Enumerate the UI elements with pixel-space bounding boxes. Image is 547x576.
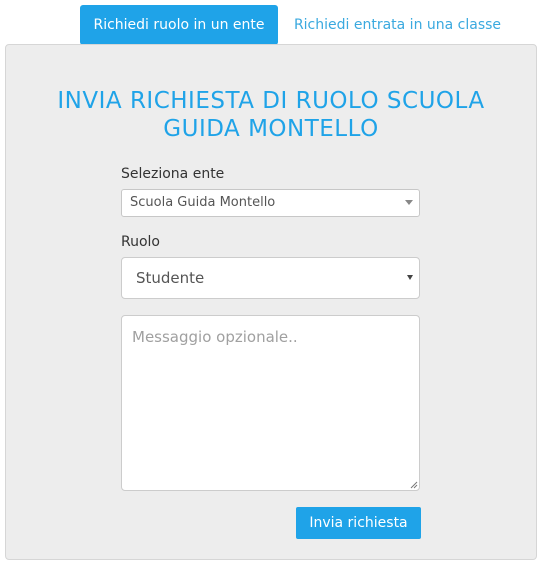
submit-request-button[interactable]: Invia richiesta bbox=[296, 507, 421, 539]
resize-grip-icon[interactable] bbox=[410, 481, 418, 489]
ente-label: Seleziona ente bbox=[121, 166, 225, 182]
ruolo-select[interactable]: Studente bbox=[121, 257, 420, 299]
message-textarea[interactable]: Messaggio opzionale.. bbox=[121, 315, 420, 491]
tab-request-class[interactable]: Richiedi entrata in una classe bbox=[285, 5, 510, 45]
title-line-1: INVIA RICHIESTA DI RUOLO SCUOLA bbox=[57, 88, 485, 114]
title-line-2: GUIDA MONTELLO bbox=[163, 116, 379, 142]
ente-selected-value: Scuola Guida Montello bbox=[130, 195, 276, 210]
caret-down-icon bbox=[407, 275, 413, 280]
ruolo-label: Ruolo bbox=[121, 234, 160, 250]
request-tabs: Richiedi ruolo in un ente Richiedi entra… bbox=[0, 0, 547, 45]
tab-request-role[interactable]: Richiedi ruolo in un ente bbox=[80, 5, 278, 45]
chevron-down-icon bbox=[405, 200, 413, 205]
ente-select[interactable]: Scuola Guida Montello bbox=[121, 189, 420, 217]
message-placeholder: Messaggio opzionale.. bbox=[132, 328, 298, 346]
request-panel: INVIA RICHIESTA DI RUOLO SCUOLA GUIDA MO… bbox=[5, 44, 537, 560]
page-title: INVIA RICHIESTA DI RUOLO SCUOLA GUIDA MO… bbox=[6, 87, 536, 143]
ruolo-selected-value: Studente bbox=[136, 269, 205, 287]
